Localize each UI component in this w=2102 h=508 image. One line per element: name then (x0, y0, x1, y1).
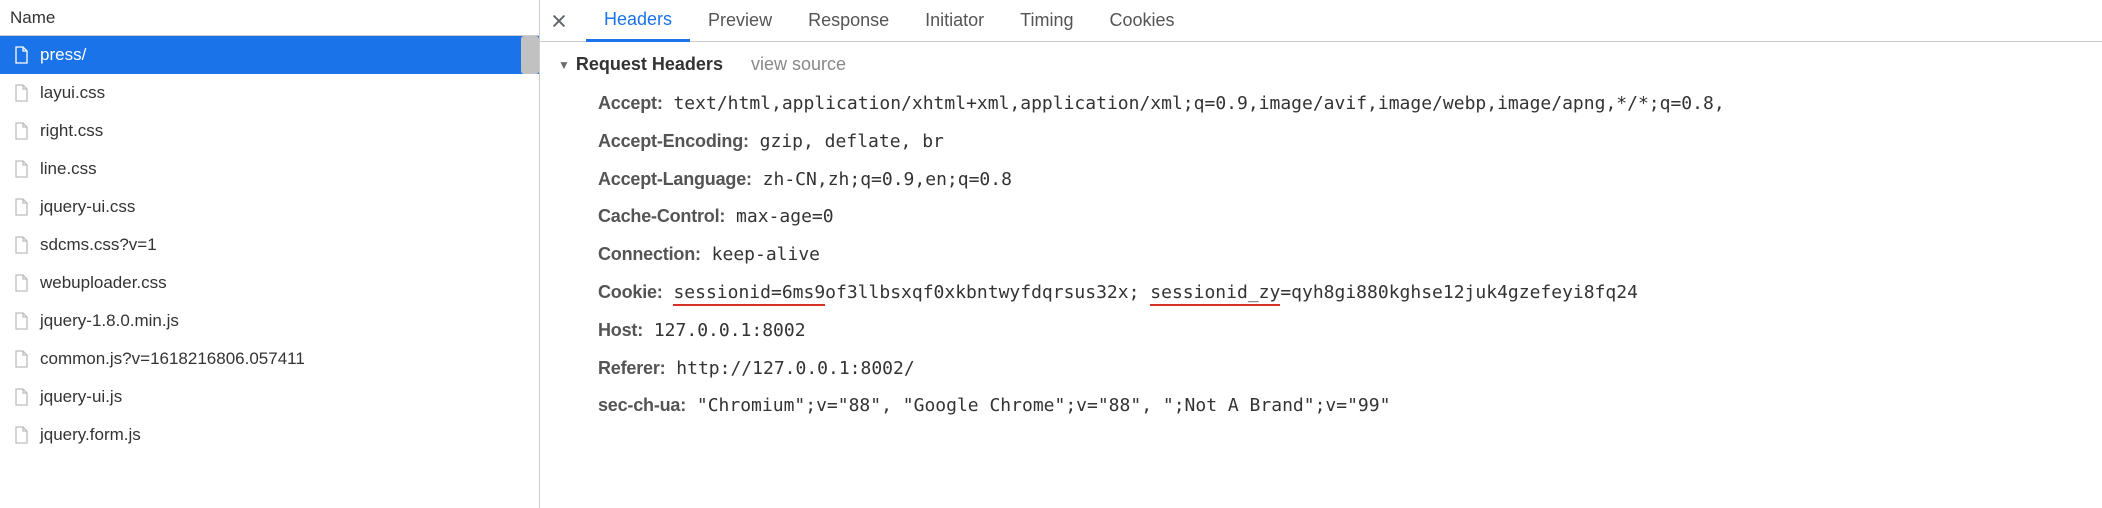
network-file-list-pane: Name press/layui.css right.css line.css jqu… (0, 0, 540, 508)
file-name: line.css (40, 159, 97, 179)
request-headers-block: Accept: text/html,application/xhtml+xml,… (558, 85, 2102, 425)
file-icon (12, 310, 30, 332)
header-key: Cache-Control: (598, 206, 725, 226)
file-icon (12, 120, 30, 142)
header-value: keep-alive (712, 244, 820, 265)
list-item[interactable]: jquery-1.8.0.min.js (0, 302, 539, 340)
detail-tabs: HeadersPreviewResponseInitiatorTimingCoo… (540, 0, 2102, 42)
tab-cookies[interactable]: Cookies (1092, 0, 1193, 42)
file-name: jquery-ui.css (40, 197, 135, 217)
header-row[interactable]: Accept-Language: zh-CN,zh;q=0.9,en;q=0.8 (598, 161, 2102, 199)
list-item[interactable]: jquery-ui.css (0, 188, 539, 226)
header-value: "Chromium";v="88", "Google Chrome";v="88… (697, 395, 1391, 416)
header-value: http://127.0.0.1:8002/ (676, 358, 914, 379)
section-title: Request Headers (576, 54, 723, 75)
request-headers-disclosure[interactable]: ▼ Request Headers (558, 54, 723, 75)
file-name: jquery-ui.js (40, 387, 122, 407)
file-icon (12, 348, 30, 370)
header-value: gzip, deflate, br (760, 131, 944, 152)
header-key: sec-ch-ua: (598, 395, 686, 415)
list-item[interactable]: jquery.form.js (0, 416, 539, 454)
file-icon (12, 44, 30, 66)
request-detail-pane: HeadersPreviewResponseInitiatorTimingCoo… (540, 0, 2102, 508)
header-key: Connection: (598, 244, 701, 264)
file-icon (12, 424, 30, 446)
list-item[interactable]: press/ (0, 36, 539, 74)
tab-response[interactable]: Response (790, 0, 907, 42)
list-item[interactable]: common.js?v=1618216806.057411 (0, 340, 539, 378)
header-key: Accept: (598, 93, 663, 113)
file-icon (12, 386, 30, 408)
tab-preview[interactable]: Preview (690, 0, 790, 42)
list-item[interactable]: line.css (0, 150, 539, 188)
header-row[interactable]: Connection: keep-alive (598, 236, 2102, 274)
header-row[interactable]: sec-ch-ua: "Chromium";v="88", "Google Ch… (598, 387, 2102, 425)
detail-body: ▼ Request Headers view source Accept: te… (540, 42, 2102, 508)
header-row[interactable]: Accept-Encoding: gzip, deflate, br (598, 123, 2102, 161)
file-icon (12, 196, 30, 218)
header-row[interactable]: Host: 127.0.0.1:8002 (598, 312, 2102, 350)
file-list-header[interactable]: Name (0, 0, 539, 36)
list-item[interactable]: right.css (0, 112, 539, 150)
header-value: 127.0.0.1:8002 (654, 320, 806, 341)
header-row[interactable]: Referer: http://127.0.0.1:8002/ (598, 350, 2102, 388)
list-item[interactable]: layui.css (0, 74, 539, 112)
header-row[interactable]: Cache-Control: max-age=0 (598, 198, 2102, 236)
close-icon[interactable] (550, 12, 568, 30)
file-name: jquery-1.8.0.min.js (40, 311, 179, 331)
file-list: press/layui.css right.css line.css jquery-u… (0, 36, 539, 508)
chevron-down-icon: ▼ (558, 58, 570, 72)
file-name: sdcms.css?v=1 (40, 235, 157, 255)
tab-timing[interactable]: Timing (1002, 0, 1091, 42)
header-value: max-age=0 (736, 206, 834, 227)
header-key: Cookie: (598, 282, 663, 302)
file-icon (12, 82, 30, 104)
name-column-header: Name (10, 8, 55, 28)
file-name: webuploader.css (40, 273, 167, 293)
list-item[interactable]: jquery-ui.js (0, 378, 539, 416)
file-icon (12, 234, 30, 256)
header-key: Accept-Language: (598, 169, 752, 189)
scrollbar-thumb[interactable] (521, 36, 539, 74)
header-row[interactable]: Accept: text/html,application/xhtml+xml,… (598, 85, 2102, 123)
cookie-highlight: sessionid=6ms9 (673, 282, 825, 306)
file-name: press/ (40, 45, 86, 65)
file-name: common.js?v=1618216806.057411 (40, 349, 305, 369)
tab-initiator[interactable]: Initiator (907, 0, 1002, 42)
list-item[interactable]: sdcms.css?v=1 (0, 226, 539, 264)
header-value: zh-CN,zh;q=0.9,en;q=0.8 (763, 169, 1012, 190)
view-source-link[interactable]: view source (751, 54, 846, 75)
file-name: jquery.form.js (40, 425, 141, 445)
cookie-highlight: sessionid_zy (1150, 282, 1280, 306)
header-key: Referer: (598, 358, 665, 378)
file-name: right.css (40, 121, 103, 141)
list-item[interactable]: webuploader.css (0, 264, 539, 302)
file-name: layui.css (40, 83, 105, 103)
file-icon (12, 158, 30, 180)
file-icon (12, 272, 30, 294)
header-value: sessionid=6ms9of3llbsxqf0xkbntwyfdqrsus3… (673, 282, 1638, 306)
header-key: Accept-Encoding: (598, 131, 749, 151)
header-row[interactable]: Cookie: sessionid=6ms9of3llbsxqf0xkbntwy… (598, 274, 2102, 312)
header-value: text/html,application/xhtml+xml,applicat… (673, 93, 1724, 114)
tab-headers[interactable]: Headers (586, 0, 690, 42)
header-key: Host: (598, 320, 643, 340)
